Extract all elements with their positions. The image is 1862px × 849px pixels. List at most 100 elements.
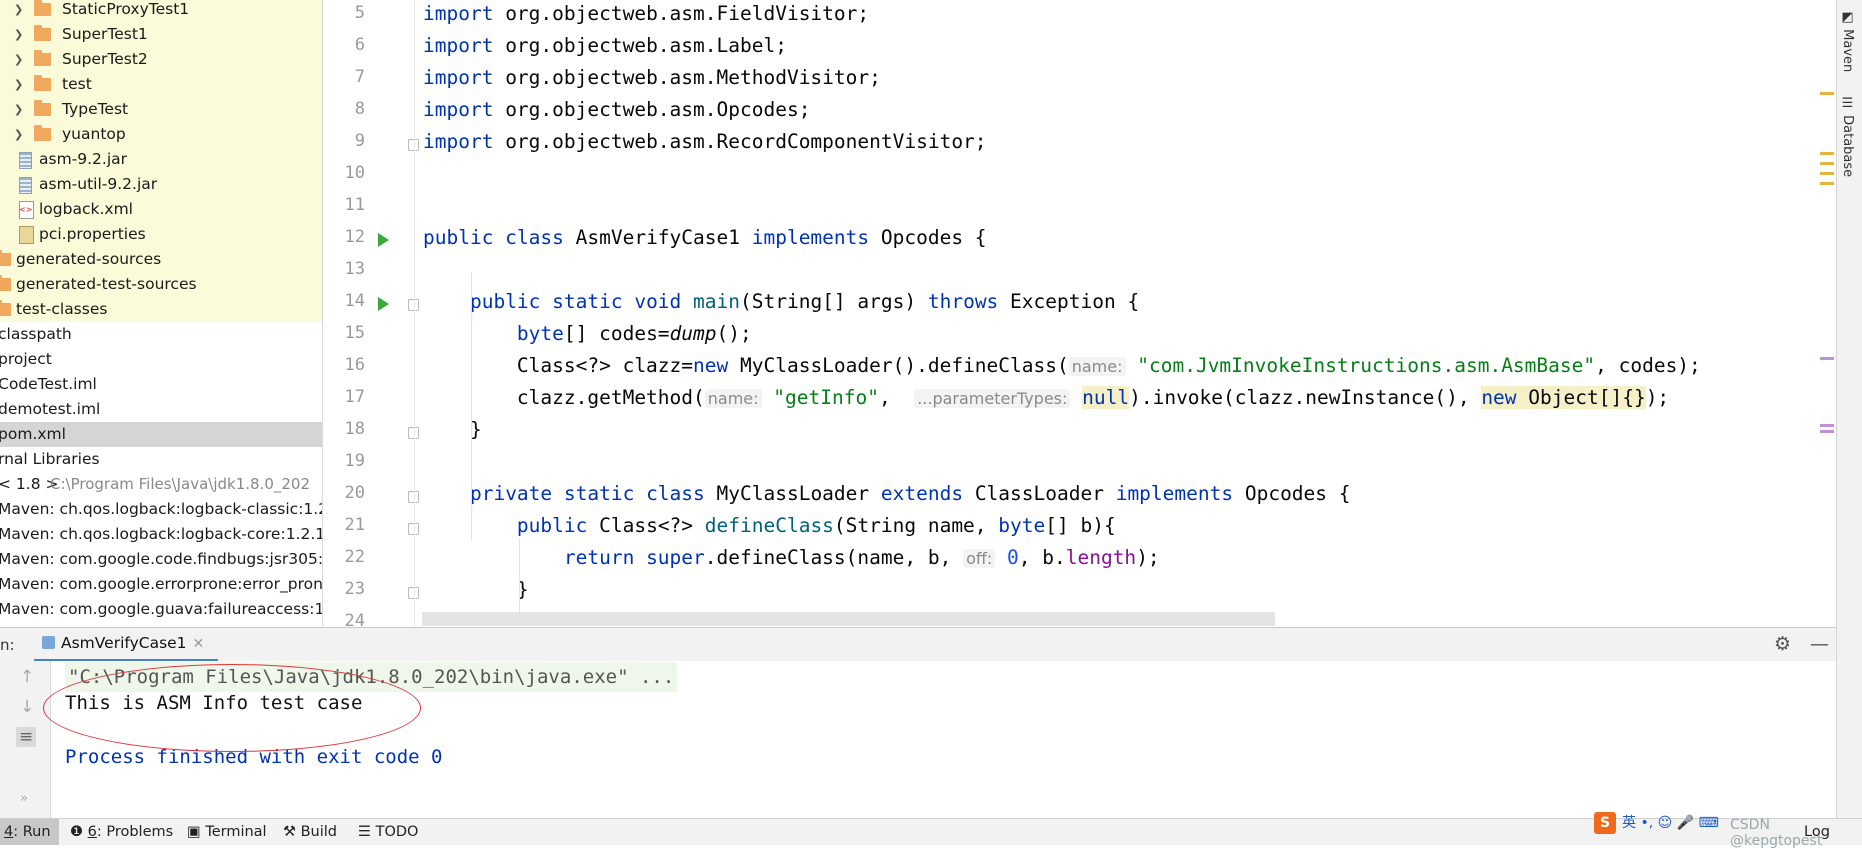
run-panel-header: n: AsmVerifyCase1 ✕ ⚙ — — [0, 627, 1836, 662]
code-line: return super.defineClass(name, b, off: 0… — [423, 542, 1160, 574]
tree-item[interactable]: ❯ test — [0, 72, 322, 97]
line-number: 9 — [354, 131, 365, 151]
code-editor[interactable]: import org.objectweb.asm.FieldVisitor; im… — [423, 0, 1823, 626]
minimize-icon[interactable]: — — [1810, 633, 1829, 655]
warning-marker[interactable] — [1820, 182, 1834, 185]
tree-item[interactable]: ❯ TypeTest — [0, 97, 322, 122]
info-marker[interactable] — [1820, 357, 1834, 360]
tree-item[interactable]: demotest.iml — [0, 397, 322, 422]
more-icon[interactable]: » — [20, 791, 28, 806]
tree-item[interactable]: asm-9.2.jar — [0, 147, 322, 172]
folder-icon — [34, 25, 51, 41]
chevron-right-icon[interactable]: ❯ — [14, 22, 23, 47]
code-line: } — [423, 414, 482, 446]
run-gutter-icon[interactable] — [378, 233, 389, 247]
tree-item-label: Maven: com.google.guava:failureaccess:1.… — [0, 600, 323, 618]
todo-tool-button[interactable]: ☰ TODO — [358, 819, 418, 845]
tree-item[interactable]: logback.xml — [0, 197, 322, 222]
code-token: defineClass — [704, 514, 834, 537]
run-tool-number: 4 — [4, 824, 14, 840]
tree-item[interactable]: Maven: com.google.code.findbugs:jsr305:3… — [0, 547, 322, 572]
run-gutter-icon[interactable] — [378, 297, 389, 311]
folder-icon — [34, 0, 51, 16]
code-token: , b. — [1018, 546, 1066, 569]
warning-marker[interactable] — [1820, 92, 1834, 95]
tree-item[interactable]: < 1.8 > C:\Program Files\Java\jdk1.8.0_20… — [0, 472, 322, 497]
terminal-tool-label: Terminal — [205, 824, 267, 840]
up-arrow-icon[interactable]: ↑ — [20, 667, 34, 687]
tree-item[interactable]: rnal Libraries — [0, 447, 322, 472]
code-token: .defineClass(name, b, — [704, 546, 964, 569]
bottom-tool-bar: 4: Run ❶ 6: Problems ▣ Terminal ⚒ Build … — [0, 818, 1862, 845]
chevron-right-icon[interactable]: ❯ — [14, 122, 23, 147]
tree-item[interactable]: pom.xml — [0, 422, 322, 447]
tree-item[interactable]: ❯ SuperTest2 — [0, 47, 322, 72]
folder-icon — [0, 250, 11, 266]
warning-marker[interactable] — [1820, 152, 1834, 155]
code-line: public Class<?> defineClass(String name,… — [423, 510, 1116, 542]
tree-item[interactable]: classpath — [0, 322, 322, 347]
tree-item[interactable]: generated-test-sources — [0, 272, 322, 297]
run-console[interactable]: "C:\Program Files\Java\jdk1.8.0_202\bin\… — [51, 661, 1836, 818]
info-marker[interactable] — [1820, 424, 1834, 427]
line-number: 7 — [354, 67, 365, 87]
code-token: (); — [716, 322, 752, 345]
run-side-toolbar: ↑ ↓ ≡ » — [0, 661, 51, 818]
tree-item[interactable]: test-classes — [0, 297, 322, 322]
code-line: private static class MyClassLoader exten… — [423, 478, 1351, 510]
terminal-icon: ▣ — [187, 824, 206, 840]
maven-tool-tab[interactable]: ◩ Maven — [1840, 10, 1855, 72]
code-line: byte[] codes=dump(); — [423, 318, 752, 350]
gear-icon[interactable]: ⚙ — [1774, 633, 1791, 655]
warning-marker[interactable] — [1820, 162, 1834, 165]
tree-item-label: rnal Libraries — [0, 450, 100, 468]
tree-item[interactable]: generated-sources — [0, 247, 322, 272]
code-line: import org.objectweb.asm.FieldVisitor; — [423, 0, 869, 30]
soft-wrap-icon[interactable]: ≡ — [16, 727, 37, 747]
tree-item[interactable]: CodeTest.iml — [0, 372, 322, 397]
problems-tool-button[interactable]: ❶ 6: Problems — [70, 819, 173, 845]
horizontal-scrollbar[interactable] — [422, 612, 1275, 626]
code-line: } — [423, 574, 529, 606]
tree-item-label: Maven: com.google.code.findbugs:jsr305:3… — [0, 550, 323, 568]
tree-item[interactable]: asm-util-9.2.jar — [0, 172, 322, 197]
tree-item[interactable]: ❯ StaticProxyTest1 — [0, 0, 322, 22]
down-arrow-icon[interactable]: ↓ — [20, 697, 34, 717]
database-tool-tab[interactable]: ☰ Database — [1840, 96, 1855, 177]
run-tab-label: AsmVerifyCase1 — [61, 634, 187, 652]
build-tool-button[interactable]: ⚒ Build — [283, 819, 337, 845]
terminal-tool-button[interactable]: ▣ Terminal — [187, 819, 267, 845]
run-tab-asmverifycase1[interactable]: AsmVerifyCase1 ✕ — [34, 628, 219, 662]
chevron-right-icon[interactable]: ❯ — [14, 72, 23, 97]
tree-item[interactable]: Maven: ch.qos.logback:logback-classic:1.… — [0, 497, 322, 522]
code-token: [] codes= — [563, 322, 670, 345]
warning-marker[interactable] — [1820, 172, 1834, 175]
gutter-divider — [414, 0, 415, 626]
tree-item-label: project — [0, 350, 52, 368]
run-tool-button[interactable]: 4: Run — [0, 819, 59, 845]
parameter-hint: name: — [704, 389, 762, 408]
tree-item[interactable]: Maven: com.google.guava:failureaccess:1.… — [0, 597, 322, 622]
tree-item[interactable]: ❯ SuperTest1 — [0, 22, 322, 47]
chevron-right-icon[interactable]: ❯ — [14, 97, 23, 122]
tree-item[interactable]: project — [0, 347, 322, 372]
close-tab-icon[interactable]: ✕ — [193, 636, 205, 652]
code-token: } — [423, 578, 529, 601]
tree-item[interactable]: Maven: com.google.errorprone:error_prone… — [0, 572, 322, 597]
tree-item[interactable]: Maven: ch.qos.logback:logback-core:1.2.1… — [0, 522, 322, 547]
tree-item[interactable]: pci.properties — [0, 222, 322, 247]
error-stripe[interactable] — [1814, 0, 1836, 626]
code-token: AsmVerifyCase1 — [563, 226, 752, 249]
chevron-right-icon[interactable]: ❯ — [14, 47, 23, 72]
code-line: import org.objectweb.asm.MethodVisitor; — [423, 62, 881, 94]
code-token: 0 — [1007, 546, 1019, 569]
code-token: clazz.getMethod( — [423, 386, 705, 409]
chevron-right-icon[interactable]: ❯ — [14, 0, 23, 22]
code-token: new — [1481, 386, 1517, 409]
ime-toolbar[interactable]: S英 •, ☺ 🎤 ⌨ — [1594, 812, 1719, 840]
info-marker[interactable] — [1820, 430, 1834, 433]
tree-item[interactable]: ❯ yuantop — [0, 122, 322, 147]
